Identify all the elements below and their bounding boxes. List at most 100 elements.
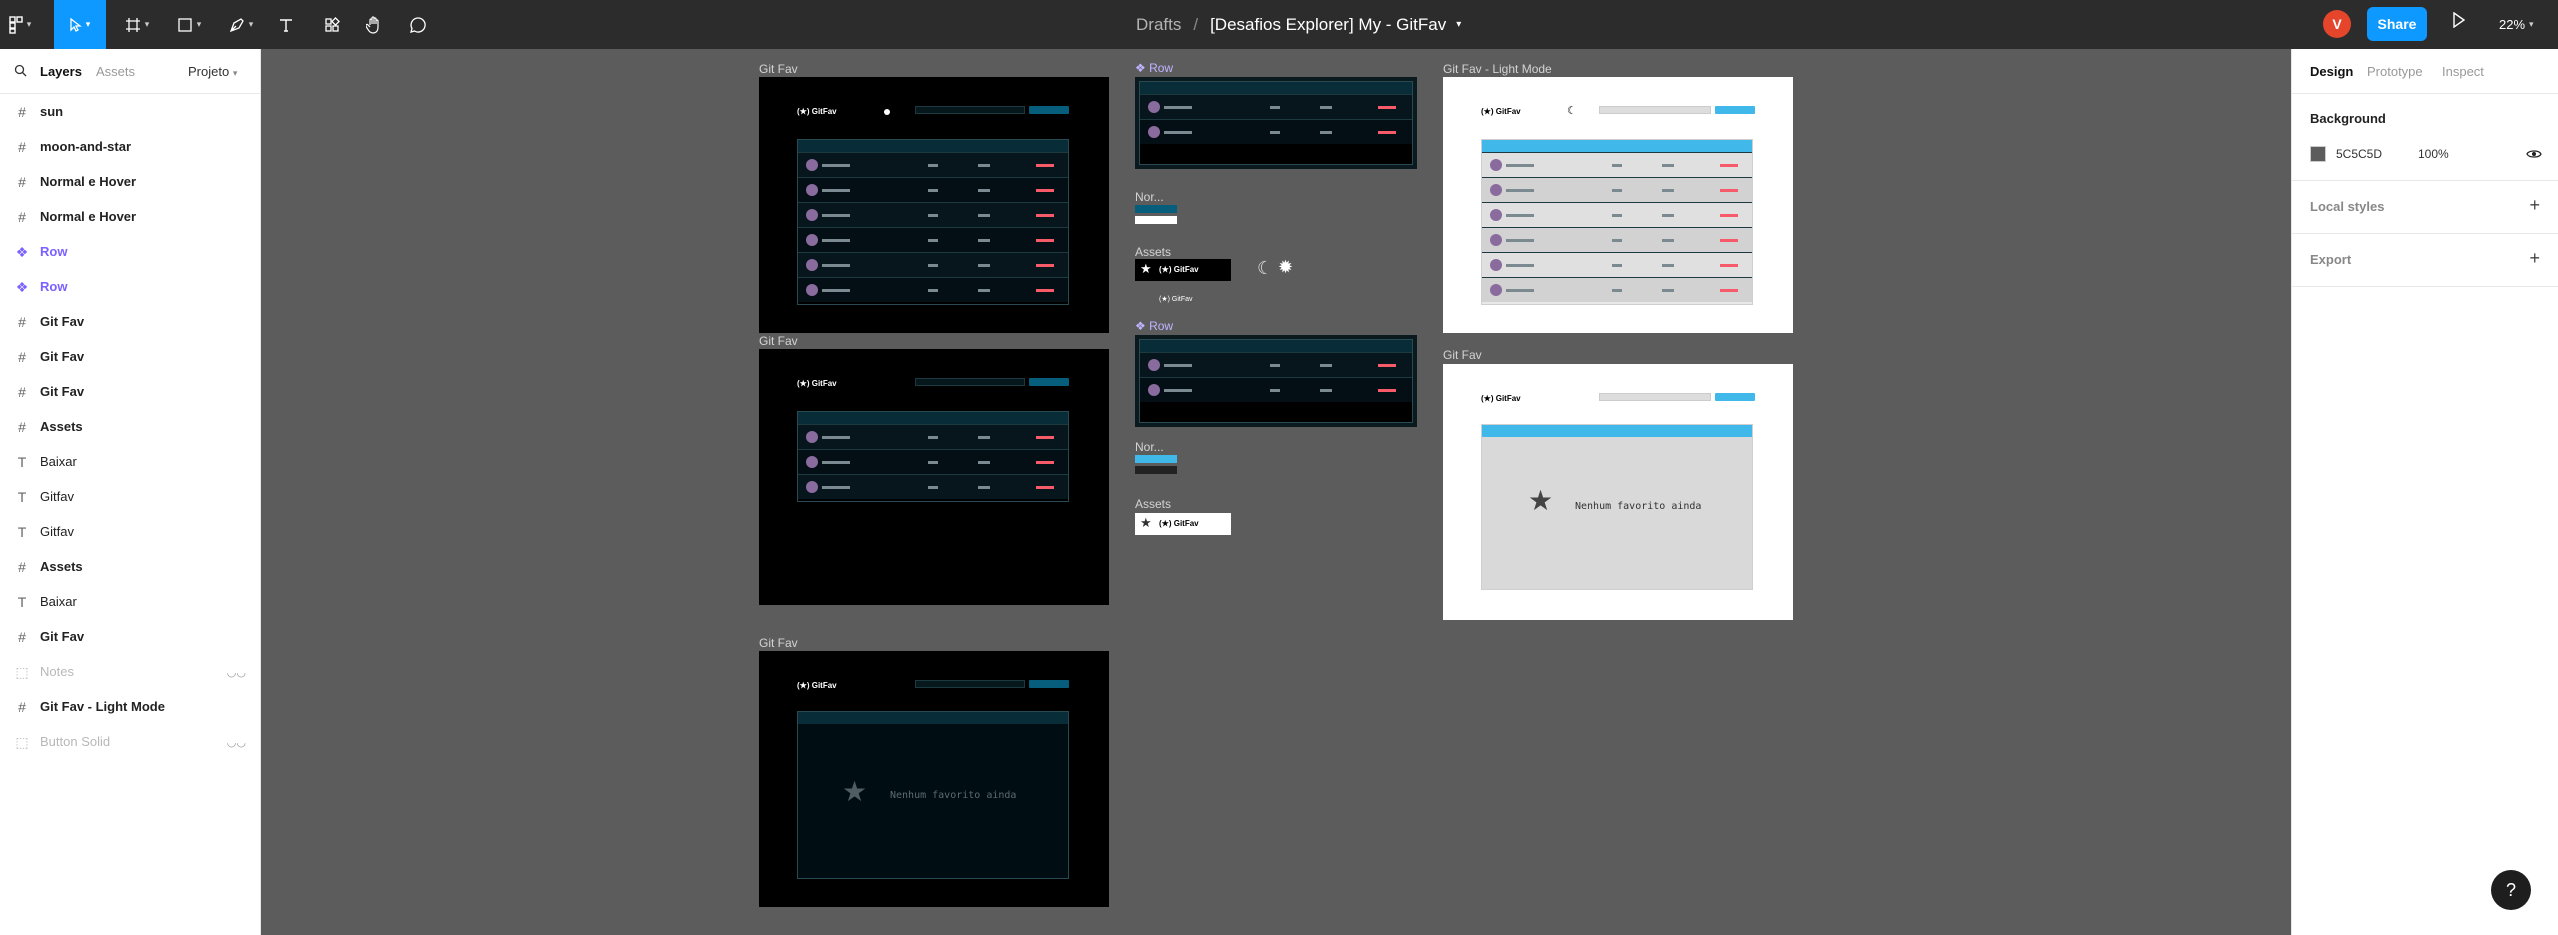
tab-layers[interactable]: Layers: [40, 64, 82, 79]
main-menu-button[interactable]: ▾: [6, 0, 34, 49]
table-header: [1140, 82, 1412, 94]
tab-prototype[interactable]: Prototype: [2367, 64, 2423, 79]
frame-tool-button[interactable]: ▾: [116, 0, 158, 49]
background-opacity[interactable]: 100%: [2418, 147, 2449, 161]
page-selector[interactable]: Projeto ▾: [188, 64, 237, 79]
move-tool-button[interactable]: ▾: [54, 0, 106, 49]
table-row: [1140, 377, 1412, 402]
remove-link: [1036, 436, 1054, 439]
row-followers-bar: [1320, 106, 1332, 109]
pen-tool-button[interactable]: ▾: [220, 0, 262, 49]
frame-label-assets[interactable]: Assets: [1135, 245, 1171, 259]
frame-label-gitfav[interactable]: Git Fav: [759, 62, 798, 76]
gitfav-light-empty-frame[interactable]: (★) GitFav ★ Nenhum favorito ainda: [1443, 364, 1793, 620]
background-hex[interactable]: 5C5C5D: [2336, 147, 2382, 161]
background-swatch[interactable]: [2310, 146, 2326, 162]
component-label-row[interactable]: ❖ Row: [1135, 319, 1173, 333]
avatar: [806, 481, 818, 493]
gitfav-frame[interactable]: (★) GitFav: [759, 349, 1109, 605]
tab-inspect[interactable]: Inspect: [2442, 64, 2484, 79]
avatar: [1148, 126, 1160, 138]
search-icon[interactable]: [14, 64, 27, 77]
layer-item[interactable]: # Git Fav - Light Mode: [0, 689, 260, 724]
layer-item[interactable]: T Baixar: [0, 444, 260, 479]
frame-icon: #: [18, 699, 26, 715]
comment-tool-button[interactable]: [404, 0, 432, 49]
layer-item[interactable]: # Git Fav: [0, 619, 260, 654]
present-button[interactable]: [2452, 11, 2466, 33]
row-name-bar: [1506, 164, 1534, 167]
table-row: [798, 202, 1068, 227]
layer-item[interactable]: ⬚ Notes ◡◡: [0, 654, 260, 689]
gitfav-frame[interactable]: (★) GitFav: [759, 77, 1109, 333]
layer-item[interactable]: ❖ Row: [0, 234, 260, 269]
row-component[interactable]: [1135, 77, 1417, 169]
layer-item[interactable]: # Assets: [0, 409, 260, 444]
frame-label-gitfav[interactable]: Git Fav: [1443, 348, 1482, 362]
layer-item[interactable]: ⬚ Button Solid ◡◡: [0, 724, 260, 759]
table-header: [798, 140, 1068, 152]
frame-label-normal[interactable]: Nor...: [1135, 440, 1164, 454]
frame-icon: #: [18, 384, 26, 400]
hidden-eye-icon[interactable]: ◡◡: [227, 666, 246, 679]
share-button[interactable]: Share: [2367, 7, 2427, 41]
layer-item[interactable]: # Normal e Hover: [0, 164, 260, 199]
text-tool-button[interactable]: [272, 0, 300, 49]
frame-label-gitfav[interactable]: Git Fav: [759, 334, 798, 348]
row-followers-bar: [978, 486, 990, 489]
row-repos-bar: [928, 164, 938, 167]
shape-tool-button[interactable]: ▾: [168, 0, 210, 49]
background-title: Background: [2310, 111, 2386, 126]
eye-icon[interactable]: [2526, 149, 2542, 159]
help-button[interactable]: ?: [2491, 870, 2531, 910]
layer-item[interactable]: T Gitfav: [0, 479, 260, 514]
favorite-button: [1715, 106, 1755, 114]
layer-item[interactable]: ❖ Row: [0, 269, 260, 304]
chevron-down-icon[interactable]: ▾: [1456, 19, 1461, 30]
row-name-bar: [822, 436, 850, 439]
component-label-row[interactable]: ❖ Row: [1135, 61, 1173, 75]
file-name[interactable]: [Desafios Explorer] My - GitFav: [1210, 15, 1446, 35]
layer-item[interactable]: # Git Fav: [0, 304, 260, 339]
hidden-icon: ⬚: [15, 663, 29, 680]
button-hover: [1135, 466, 1177, 474]
resources-button[interactable]: [318, 0, 346, 49]
button-normal: [1135, 455, 1177, 463]
frame-label-gitfav[interactable]: Git Fav: [759, 636, 798, 650]
drafts-link[interactable]: Drafts: [1136, 15, 1181, 35]
row-component[interactable]: [1135, 335, 1417, 427]
tab-design[interactable]: Design: [2310, 64, 2353, 79]
layer-item[interactable]: # sun: [0, 94, 260, 129]
layer-label: sun: [40, 104, 64, 119]
avatar[interactable]: V: [2323, 10, 2351, 38]
canvas[interactable]: Git Fav (★) GitFav Git Fav (★) GitFav Gi…: [261, 49, 2291, 935]
tab-assets[interactable]: Assets: [96, 64, 135, 79]
layer-item[interactable]: # Normal e Hover: [0, 199, 260, 234]
frame-icon: #: [18, 104, 26, 120]
layer-item[interactable]: # Assets: [0, 549, 260, 584]
gitfav-empty-frame[interactable]: (★) GitFav ★ Nenhum favorito ainda: [759, 651, 1109, 907]
text-icon: T: [17, 489, 27, 505]
file-title[interactable]: Drafts / [Desafios Explorer] My - GitFav…: [1136, 0, 1461, 49]
avatar: [806, 431, 818, 443]
favorite-button: [1029, 106, 1069, 114]
zoom-control[interactable]: 22% ▾: [2499, 0, 2534, 49]
frame-icon: #: [18, 314, 26, 330]
layer-item[interactable]: T Gitfav: [0, 514, 260, 549]
frame-label-gitfav-light[interactable]: Git Fav - Light Mode: [1443, 62, 1552, 76]
gitfav-light-frame[interactable]: (★) GitFav ☾: [1443, 77, 1793, 333]
frame-label-normal[interactable]: Nor...: [1135, 190, 1164, 204]
layer-item[interactable]: # Git Fav: [0, 374, 260, 409]
layer-item[interactable]: # Git Fav: [0, 339, 260, 374]
hand-tool-button[interactable]: [360, 0, 388, 49]
comment-icon: [410, 16, 426, 33]
frame-label-assets[interactable]: Assets: [1135, 497, 1171, 511]
row-followers-bar: [1320, 131, 1332, 134]
add-style-icon[interactable]: +: [2529, 195, 2540, 216]
table-row: [1482, 177, 1752, 202]
add-export-icon[interactable]: +: [2529, 248, 2540, 269]
layer-item[interactable]: T Baixar: [0, 584, 260, 619]
layer-item[interactable]: # moon-and-star: [0, 129, 260, 164]
hidden-eye-icon[interactable]: ◡◡: [227, 736, 246, 749]
row-followers-bar: [1662, 289, 1674, 292]
